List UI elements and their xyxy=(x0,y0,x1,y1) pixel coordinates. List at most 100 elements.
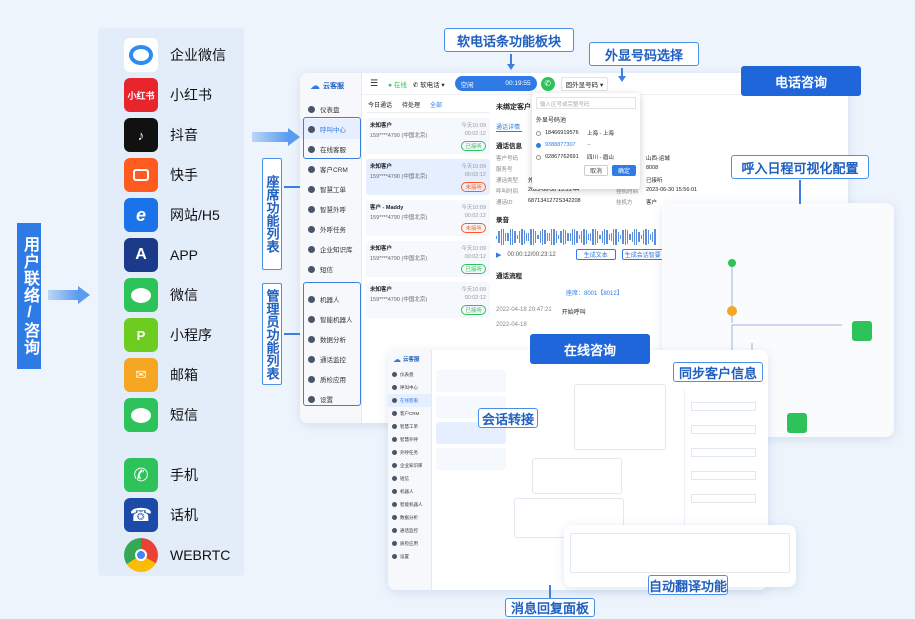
menu-item[interactable]: 仪表盘 xyxy=(300,99,361,119)
softphone-toggle[interactable]: ✆ 软电话 ▾ xyxy=(413,79,445,89)
chat-menu-item[interactable]: 短信 xyxy=(388,472,431,485)
wave-bar xyxy=(603,228,606,246)
wave-bar xyxy=(652,232,654,242)
wave-bar xyxy=(569,232,571,242)
chat-menu-item[interactable]: 质检应用 xyxy=(388,537,431,550)
wave-bar xyxy=(564,229,567,245)
channel-label: 短信 xyxy=(170,407,198,423)
chat-cloud-icon: ☁ xyxy=(393,354,401,364)
info-row: 客户号码 xyxy=(496,154,528,162)
channel-item: ✆ 手机 xyxy=(98,458,244,492)
chat-menu-icon xyxy=(392,515,397,520)
chat-session[interactable] xyxy=(436,448,506,470)
chat-menu-label: 设置 xyxy=(400,553,409,559)
call-tag: 未接听 xyxy=(461,223,486,233)
chat-menu-item[interactable]: 智慧外呼 xyxy=(388,433,431,446)
call-phone: 159****4790 (中国北京) xyxy=(370,133,428,139)
radio-icon[interactable] xyxy=(536,154,541,160)
chat-menu-item[interactable]: 设置 xyxy=(388,550,431,563)
channel-icon-glyph: 小红书 xyxy=(127,90,155,101)
admin-menu-highlight xyxy=(303,282,361,406)
channel-label: 快手 xyxy=(170,167,198,183)
call-item[interactable]: 未知客户 今天10:09 159****4790 (中国北京) 00:02:12 已接听 xyxy=(366,118,490,154)
call-button[interactable]: ✆ xyxy=(540,76,555,91)
chat-menu-item[interactable]: 呼叫中心 xyxy=(388,381,431,394)
call-tab[interactable]: 今日通话 xyxy=(368,100,392,109)
customer-field[interactable] xyxy=(691,471,756,480)
chrome-center-icon xyxy=(135,549,147,561)
chat-menu-item[interactable]: 在线客服 xyxy=(388,394,431,407)
outbound-number-select[interactable]: 固外显号码 ▾ xyxy=(560,76,609,91)
wave-bar xyxy=(505,233,507,241)
menu-label: 仪表盘 xyxy=(320,107,340,114)
play-icon[interactable]: ▶ xyxy=(496,251,501,259)
wave-bar xyxy=(597,231,599,243)
sms-icon xyxy=(124,398,158,432)
detail-tab[interactable]: 通话详情 xyxy=(496,122,522,132)
menu-item[interactable]: 企业知识库 xyxy=(300,239,361,259)
wave-bar xyxy=(514,231,516,243)
miniprogram-icon: P xyxy=(124,318,158,352)
info-key: 服务号 xyxy=(496,167,513,173)
chat-bubble-icon xyxy=(131,407,151,423)
wave-bar xyxy=(624,228,626,246)
menu-item[interactable]: 客户CRM xyxy=(300,159,361,179)
menu-item[interactable]: 短信 xyxy=(300,259,361,279)
call-item[interactable]: 未知客户 今天10:09 159****4790 (中国北京) 00:02:12 已接听 xyxy=(366,282,490,318)
channel-item: ♪ 抖音 xyxy=(98,118,244,152)
menu-toggle-icon[interactable]: ☰ xyxy=(370,78,378,89)
chat-menu-item[interactable]: 企业知识库 xyxy=(388,459,431,472)
agent-status[interactable]: 空闲 xyxy=(461,79,474,89)
call-tab[interactable]: 全部 xyxy=(430,100,442,109)
chat-menu-item[interactable]: 智能机器人 xyxy=(388,498,431,511)
number-search-input[interactable]: 输入区号或完整号码 xyxy=(536,97,636,109)
chat-menu-item[interactable]: 数据分析 xyxy=(388,511,431,524)
wave-bar xyxy=(631,232,633,242)
option-number: 18466919576 xyxy=(545,130,579,136)
wave-bar xyxy=(530,229,532,245)
chat-menu-item[interactable]: 客户CRM xyxy=(388,407,431,420)
chat-session[interactable] xyxy=(436,370,506,392)
wechat-icon xyxy=(124,278,158,312)
outbound-number-option[interactable]: 9388877307 -- xyxy=(536,142,636,148)
customer-field[interactable] xyxy=(691,402,756,411)
customer-field[interactable] xyxy=(691,425,756,434)
wave-bar xyxy=(629,233,631,241)
generate-summary-button[interactable]: 生成会话智要 xyxy=(621,249,664,260)
customer-field[interactable] xyxy=(691,448,756,457)
translate-input[interactable] xyxy=(570,533,790,573)
chat-menu-item[interactable]: 通话监控 xyxy=(388,524,431,537)
info-key: 挂机方 xyxy=(616,200,633,206)
chat-menu-item[interactable]: 机器人 xyxy=(388,485,431,498)
dropdown-cancel-button[interactable]: 取消 xyxy=(584,165,608,176)
wave-bar xyxy=(523,229,525,245)
call-phone: 159****4790 (中国北京) xyxy=(370,215,428,221)
menu-item[interactable]: 外呼任务 xyxy=(300,219,361,239)
menu-item[interactable]: 智慧工单 xyxy=(300,179,361,199)
chat-menu-item[interactable]: 仪表盘 xyxy=(388,368,431,381)
generate-text-button[interactable]: 生成文本 xyxy=(575,249,616,260)
wave-bar xyxy=(539,230,541,244)
chat-menu-item[interactable]: 外呼任务 xyxy=(388,446,431,459)
radio-icon[interactable] xyxy=(536,130,541,136)
chat-menu-item[interactable]: 智慧工单 xyxy=(388,420,431,433)
call-tab[interactable]: 待处理 xyxy=(402,100,420,109)
app-logo: ☁ 云客服 xyxy=(300,73,361,99)
menu-item[interactable]: 智慧外呼 xyxy=(300,199,361,219)
option-location: -- xyxy=(587,142,591,148)
call-item[interactable]: 客户 - Maddy 今天10:09 159****4790 (中国北京) 00:02… xyxy=(366,200,490,236)
wave-bar xyxy=(610,232,613,242)
info-value: 山西-运城 xyxy=(646,156,670,162)
dropdown-ok-button[interactable]: 确定 xyxy=(612,165,636,176)
softphone-bar[interactable]: 空闲 00:19:55 xyxy=(454,76,537,91)
outbound-number-option[interactable]: 18466919576 上海 - 上海 xyxy=(536,129,636,137)
outbound-number-option[interactable]: 02867762691 四川 - 眉山 xyxy=(536,153,636,161)
wave-bar xyxy=(638,231,640,243)
menu-label: 短信 xyxy=(320,267,333,274)
radio-icon[interactable] xyxy=(536,142,541,148)
call-item[interactable]: 未知客户 今天10:09 159****4790 (中国北京) 00:02:12 未接听 xyxy=(366,159,490,195)
customer-field[interactable] xyxy=(691,494,756,503)
online-status[interactable]: ● 在线 xyxy=(388,79,407,89)
call-item[interactable]: 未知客户 今天10:09 159****4790 (中国北京) 00:02:12 已接听 xyxy=(366,241,490,277)
call-time: 今天10:09 xyxy=(461,205,486,211)
